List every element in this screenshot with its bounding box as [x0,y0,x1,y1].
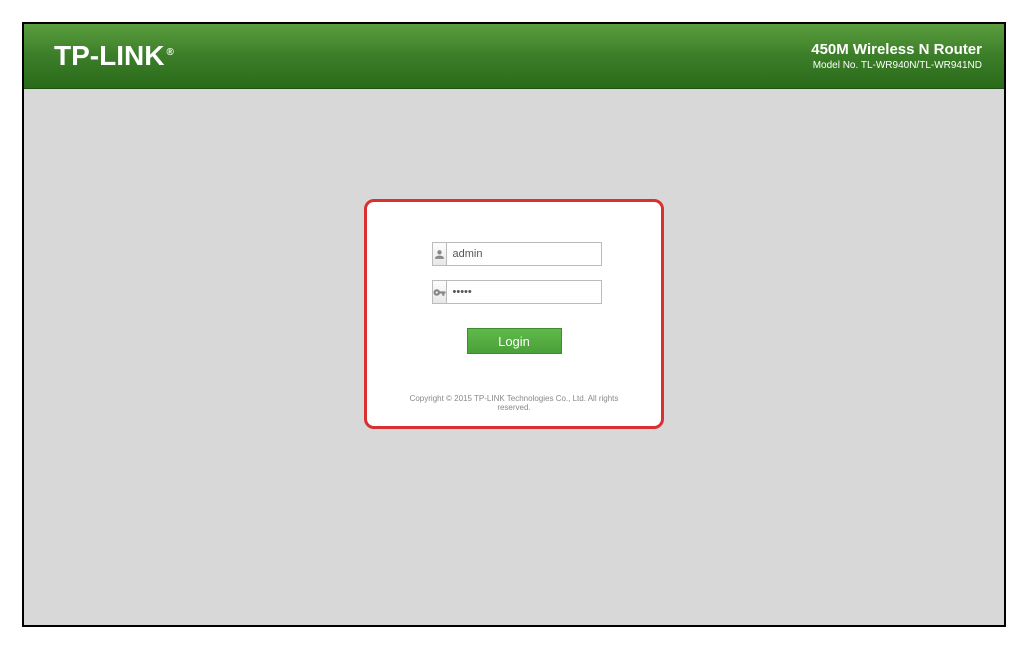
logo-text: TP-LINK [54,40,164,72]
header-product-info: 450M Wireless N Router Model No. TL-WR94… [811,41,982,71]
model-number: Model No. TL-WR940N/TL-WR941ND [811,60,982,71]
password-input[interactable] [446,280,602,304]
user-icon [432,242,446,266]
key-icon [432,280,446,304]
login-panel: Login Copyright © 2015 TP-LINK Technolog… [364,199,664,429]
logo: TP-LINK ® [54,40,174,72]
product-title: 450M Wireless N Router [811,41,982,58]
username-group [432,242,597,266]
trademark-symbol: ® [166,47,173,58]
username-input[interactable] [446,242,602,266]
app-frame: TP-LINK ® 450M Wireless N Router Model N… [22,22,1006,627]
login-button[interactable]: Login [467,328,562,354]
content-area: Login Copyright © 2015 TP-LINK Technolog… [24,89,1004,625]
copyright-text: Copyright © 2015 TP-LINK Technologies Co… [397,394,631,412]
password-group [432,280,597,304]
header-bar: TP-LINK ® 450M Wireless N Router Model N… [24,24,1004,89]
